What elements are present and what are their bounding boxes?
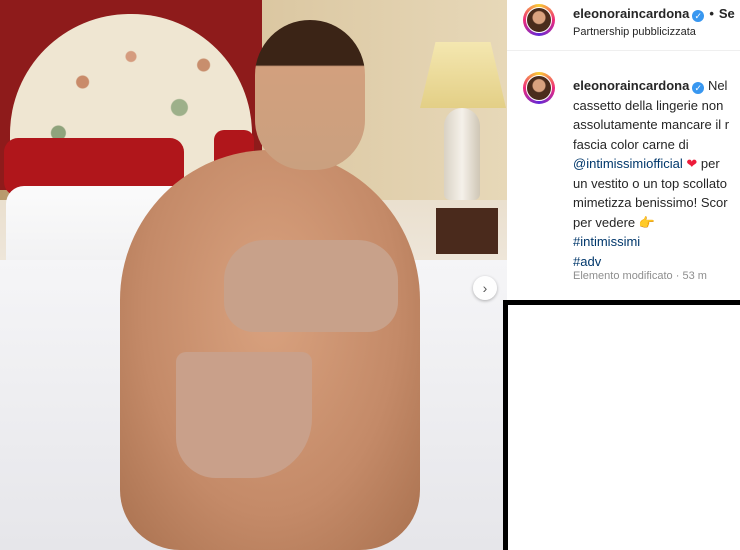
caption-line-5: @intimissimiofficial ❤ per: [573, 154, 740, 174]
chevron-right-icon: ›: [482, 280, 488, 296]
follow-button[interactable]: Se: [719, 6, 735, 21]
caption-line-2: cassetto della lingerie non: [573, 97, 724, 113]
caption-username[interactable]: eleonoraincardona: [573, 78, 689, 93]
caption-line-8: per vedere 👉: [573, 213, 740, 233]
caption-text-segment: per: [700, 156, 720, 171]
post-time[interactable]: 53 m: [682, 270, 706, 282]
photo-person: [120, 150, 420, 550]
edited-label: Elemento modificato: [573, 270, 673, 282]
heart-emoji-icon: ❤: [686, 156, 698, 171]
separator-dot: •: [709, 6, 714, 21]
overlay-frame: [503, 300, 740, 550]
caption-line-3: assolutamente mancare il r: [573, 117, 730, 132]
caption-line-4: fascia color carne di: [573, 136, 689, 152]
caption-line-1: eleonoraincardona ✓ Nel: [573, 76, 740, 96]
author-username[interactable]: eleonoraincardona: [573, 6, 689, 21]
hashtag-line-2: #adv: [573, 252, 740, 272]
verified-badge-icon: ✓: [692, 82, 705, 94]
hashtag-link[interactable]: #adv: [573, 254, 601, 269]
caption-text-segment: per vedere: [573, 214, 636, 230]
post-header: eleonoraincardona ✓ • Se Partnership pubbli…: [507, 0, 740, 51]
pointing-finger-emoji-icon: 👉: [638, 214, 655, 230]
post-photo[interactable]: ›: [0, 0, 507, 550]
photo-person-head: [255, 20, 365, 170]
photo-bandeau-top: [224, 240, 398, 332]
post-caption: eleonoraincardona ✓ Nel cassetto della li…: [507, 62, 740, 302]
partnership-label[interactable]: Partnership pubblicizzata: [573, 26, 696, 38]
author-name-line: eleonoraincardona ✓ • Se: [573, 6, 735, 22]
caption-text: eleonoraincardona ✓ Nel cassetto della li…: [573, 76, 740, 271]
hashtag-link[interactable]: #intimissimi: [573, 234, 640, 249]
carousel-next-button[interactable]: ›: [473, 276, 497, 300]
overlay-blank-area: [508, 305, 740, 550]
photo-nightstand: [436, 208, 498, 254]
caption-line-7: mimetizza benissimo! Scor: [573, 195, 728, 210]
caption-author-avatar[interactable]: [523, 72, 555, 104]
verified-badge-icon: ✓: [692, 10, 705, 22]
mention-link[interactable]: @intimissimiofficial: [573, 156, 683, 171]
post-meta: Elemento modificato · 53 m: [573, 270, 707, 282]
hashtag-line-1: #intimissimi: [573, 232, 740, 252]
caption-line-6: un vestito o un top scollato: [573, 175, 727, 191]
caption-text-segment: Nel: [707, 78, 728, 93]
photo-lamp-base: [444, 108, 480, 200]
author-avatar[interactable]: [523, 4, 555, 36]
photo-briefs: [176, 352, 312, 478]
